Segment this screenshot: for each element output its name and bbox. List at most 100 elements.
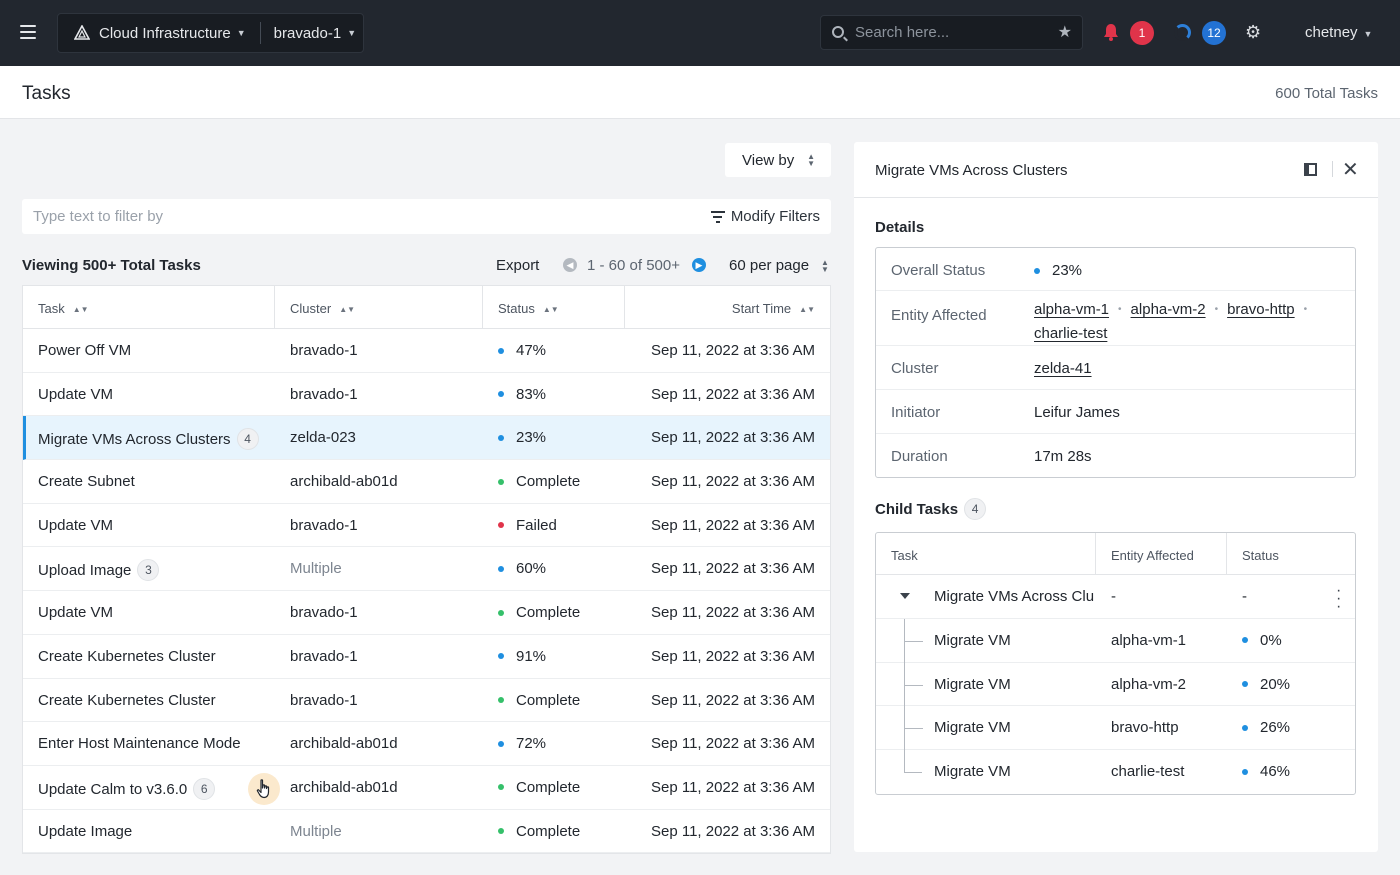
tree-connector bbox=[904, 618, 923, 663]
task-name: Update VM bbox=[38, 516, 114, 534]
start-time: Sep 11, 2022 at 3:36 AM bbox=[650, 516, 815, 534]
top-bar: Cloud Infrastructure ▼ bravado-1 ▼ ★ 1 1… bbox=[0, 0, 1400, 66]
count-badge: 4 bbox=[964, 498, 987, 520]
cluster-link[interactable]: zelda-41 bbox=[1034, 360, 1092, 377]
table-row[interactable]: Update Image Multiple Complete Sep 11, 2022… bbox=[23, 810, 830, 854]
page-title: Tasks bbox=[22, 83, 71, 104]
collapse-caret-icon[interactable] bbox=[900, 593, 910, 599]
close-icon[interactable]: ✕ bbox=[1342, 157, 1359, 182]
column-header-task[interactable]: Task ▲▼ bbox=[38, 301, 89, 316]
status-dot bbox=[1242, 637, 1248, 644]
sort-icon: ▲▼ bbox=[72, 305, 89, 314]
table-row[interactable]: Update VM bravado-1 Complete Sep 11, 2022 a… bbox=[23, 591, 830, 635]
detail-key: Duration bbox=[891, 448, 948, 465]
column-header-task[interactable]: Task bbox=[891, 548, 918, 563]
table-row[interactable]: Power Off VM bravado-1 47% Sep 11, 2022 at … bbox=[23, 329, 830, 373]
bell-icon[interactable] bbox=[1103, 23, 1119, 41]
table-row[interactable]: Upload Image 3 Multiple 60% Sep 11, 2022 at … bbox=[23, 547, 830, 592]
table-row[interactable]: Update VM bravado-1 83% Sep 11, 2022 at 3:3… bbox=[23, 373, 830, 417]
table-row[interactable]: Update VM bravado-1 Failed Sep 11, 2022 at … bbox=[23, 504, 830, 548]
sort-icon: ▲▼ bbox=[542, 305, 559, 314]
parent-task-row[interactable]: Migrate VMs Across Clu - - · · · bbox=[876, 575, 1355, 619]
table-row[interactable]: Create Kubernetes Cluster bravado-1 Comple… bbox=[23, 679, 830, 723]
star-icon[interactable]: ★ bbox=[1058, 22, 1072, 42]
filter-icon bbox=[710, 210, 725, 223]
menu-icon[interactable] bbox=[20, 25, 36, 39]
divider bbox=[259, 22, 261, 44]
panel-header: Migrate VMs Across Clusters ✕ bbox=[854, 142, 1378, 198]
column-header-start-time[interactable]: Start Time ▲▼ bbox=[732, 301, 815, 316]
cluster-name: bravado-1 bbox=[290, 647, 358, 665]
column-header-entity[interactable]: Entity Affected bbox=[1111, 548, 1194, 563]
status-value: 0% bbox=[1242, 632, 1282, 649]
table-header: Task Entity Affected Status bbox=[876, 533, 1355, 575]
detail-row-entity-affected: Entity Affected alpha-vm-1 • alpha-vm-2 • br… bbox=[876, 291, 1355, 346]
entity-link[interactable]: alpha-vm-2 bbox=[1131, 301, 1206, 318]
app-name[interactable]: Cloud Infrastructure bbox=[99, 25, 231, 42]
entity-value: alpha-vm-2 bbox=[1111, 675, 1187, 693]
search-input[interactable] bbox=[855, 16, 1045, 49]
entity-link[interactable]: alpha-vm-1 bbox=[1034, 301, 1109, 318]
child-task-row[interactable]: Migrate VM bravo-http 26% bbox=[876, 706, 1355, 751]
column-label: Task bbox=[38, 301, 65, 316]
tasks-table: Task ▲▼ Cluster ▲▼ Status ▲▼ Start Time ▲▼ P… bbox=[22, 285, 831, 855]
task-name: Create Subnet bbox=[38, 473, 135, 491]
task-status: 60% bbox=[498, 560, 546, 577]
details-card: Overall Status 23% Entity Affected alpha… bbox=[875, 247, 1356, 478]
table-row[interactable]: Create Kubernetes Cluster bravado-1 91% Sep… bbox=[23, 635, 830, 679]
overall-status-value: 23% bbox=[1052, 262, 1083, 279]
entity-link[interactable]: charlie-test bbox=[1034, 325, 1107, 342]
child-task-row[interactable]: Migrate VM charlie-test 46% bbox=[876, 750, 1355, 794]
task-name: Migrate VMs Across Clu bbox=[934, 588, 1094, 605]
task-status: 83% bbox=[498, 386, 546, 403]
child-task-row[interactable]: Migrate VM alpha-vm-2 20% bbox=[876, 662, 1355, 707]
status-dot bbox=[1242, 681, 1248, 688]
heading-label: Child Tasks bbox=[875, 501, 959, 518]
child-count-badge: 4 bbox=[236, 428, 259, 451]
column-label: Status bbox=[498, 301, 535, 316]
per-page-select[interactable]: 60 per page ▲ ▼ bbox=[729, 257, 829, 274]
modify-filters-label: Modify Filters bbox=[730, 208, 820, 225]
child-task-row[interactable]: Migrate VM alpha-vm-1 0% bbox=[876, 618, 1355, 663]
detail-key: Entity Affected bbox=[891, 307, 987, 324]
table-row[interactable]: Migrate VMs Across Clusters 4 zelda-023 23%… bbox=[23, 416, 830, 461]
next-page-icon[interactable]: ▶ bbox=[692, 258, 706, 272]
task-name: Migrate VM bbox=[934, 719, 1011, 737]
entity-value: charlie-test bbox=[1111, 763, 1185, 781]
chevron-down-icon: ▼ bbox=[236, 28, 246, 38]
table-row[interactable]: Enter Host Maintenance Mode archibald-ab0… bbox=[23, 722, 830, 766]
column-header-status[interactable]: Status ▲▼ bbox=[498, 301, 559, 316]
entity-link[interactable]: bravo-http bbox=[1227, 301, 1295, 318]
cluster-selector[interactable]: bravado-1 bbox=[274, 25, 342, 42]
user-menu[interactable]: chetney ▼ bbox=[1305, 24, 1372, 41]
more-options-icon[interactable]: · · · bbox=[1336, 583, 1341, 615]
column-header-status[interactable]: Status bbox=[1242, 548, 1279, 563]
view-by-button[interactable]: View by ▲ ▼ bbox=[725, 143, 831, 177]
column-header-cluster[interactable]: Cluster ▲▼ bbox=[290, 301, 355, 316]
filter-input[interactable] bbox=[33, 199, 533, 234]
task-name: Create Kubernetes Cluster bbox=[38, 647, 216, 665]
table-row[interactable]: Create Subnet archibald-ab01d Complete Sep … bbox=[23, 460, 830, 504]
status-dot bbox=[1034, 267, 1040, 274]
status-value: 26% bbox=[1242, 719, 1290, 736]
global-search[interactable]: ★ bbox=[820, 15, 1083, 50]
dock-panel-icon[interactable] bbox=[1304, 163, 1317, 176]
alerts-badge[interactable]: 1 bbox=[1130, 21, 1154, 45]
tasks-progress-icon[interactable] bbox=[1174, 24, 1191, 41]
cluster-name: archibald-ab01d bbox=[290, 473, 398, 491]
tasks-badge[interactable]: 12 bbox=[1202, 21, 1226, 45]
cluster-name: Multiple bbox=[290, 822, 342, 840]
gear-icon[interactable]: ⚙ bbox=[1245, 22, 1261, 43]
export-button[interactable]: Export bbox=[496, 257, 539, 274]
task-name: Power Off VM bbox=[38, 342, 132, 359]
table-row[interactable]: Update Calm to v3.6.0 6 archibald-ab01d Com… bbox=[23, 766, 830, 810]
cluster-name: zelda-023 bbox=[290, 429, 356, 447]
prev-page-icon[interactable]: ◀ bbox=[563, 258, 577, 272]
detail-value: 17m 28s bbox=[1034, 448, 1092, 465]
pointer-cursor-icon bbox=[248, 772, 280, 805]
modify-filters-button[interactable]: Modify Filters bbox=[710, 208, 820, 225]
chevron-down-icon: ▼ bbox=[1363, 29, 1373, 39]
user-name[interactable]: chetney bbox=[1305, 24, 1358, 41]
app-switcher[interactable]: Cloud Infrastructure ▼ bravado-1 ▼ bbox=[57, 13, 364, 53]
status-dot bbox=[498, 478, 504, 485]
